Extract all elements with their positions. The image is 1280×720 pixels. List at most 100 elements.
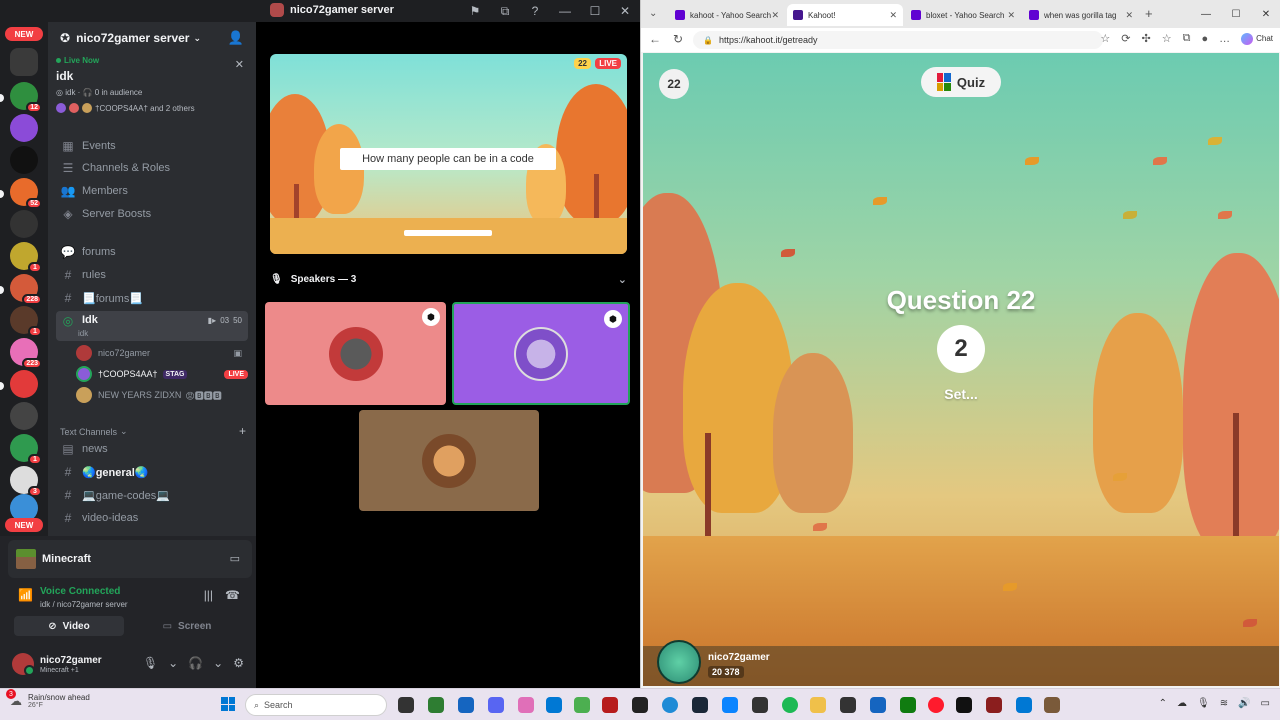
task-view-icon[interactable] xyxy=(398,697,414,713)
voice-user[interactable]: NEW YEARS ZIDXN 😡🅱🅱🅱 xyxy=(76,385,248,405)
back-icon[interactable]: ← xyxy=(649,32,661,46)
invite-icon[interactable]: 👤 xyxy=(228,30,244,46)
app-icon[interactable] xyxy=(986,697,1002,713)
user-name[interactable]: nico72gamer xyxy=(40,655,102,666)
minimize-icon[interactable]: — xyxy=(1191,0,1221,28)
app-icon[interactable] xyxy=(428,697,444,713)
soundboard-icon[interactable]: ||| xyxy=(204,588,213,602)
wifi-icon[interactable]: ≋ xyxy=(1220,698,1228,709)
tab-actions-icon[interactable]: ⌄ xyxy=(649,8,657,19)
minecraft-icon[interactable] xyxy=(574,697,590,713)
speaker-tile[interactable] xyxy=(359,410,539,511)
close-icon[interactable]: ✕ xyxy=(610,0,640,22)
opera-icon[interactable] xyxy=(928,697,944,713)
maximize-icon[interactable]: ☐ xyxy=(580,0,610,22)
server-icon[interactable] xyxy=(10,402,38,430)
favorites-icon[interactable]: ☆ xyxy=(1162,32,1172,45)
minimize-icon[interactable]: — xyxy=(550,0,580,22)
menu-members[interactable]: 👥 Members xyxy=(56,180,248,202)
menu-events[interactable]: ▦ Events xyxy=(56,135,248,157)
file-explorer-icon[interactable] xyxy=(810,697,826,713)
tab-bloxet-search[interactable]: bloxet - Yahoo Search ✕ xyxy=(905,4,1021,26)
close-icon[interactable]: ✕ xyxy=(235,58,244,71)
popout-icon[interactable]: ⧉ xyxy=(490,0,520,22)
server-icon[interactable]: 228 xyxy=(10,274,42,305)
inbox-icon[interactable]: ⚑ xyxy=(460,0,490,22)
stream-preview[interactable]: How many people can be in a code 22 LIVE xyxy=(270,54,627,254)
server-icon[interactable] xyxy=(10,146,38,174)
tab-gorilla-tag[interactable]: when was gorilla tag ✕ xyxy=(1023,4,1139,26)
server-icon[interactable]: 1 xyxy=(10,306,42,337)
server-icon[interactable] xyxy=(10,48,38,76)
channel-rules[interactable]: # rules xyxy=(56,264,248,286)
channel-forums-2[interactable]: # 📃forums📃 xyxy=(56,287,248,309)
weather-widget[interactable]: ☁ 3 Rain/snow ahead 26°F xyxy=(6,689,90,709)
chevron-down-icon[interactable]: ⌄ xyxy=(618,273,627,286)
speakers-header[interactable]: 🎙 Speakers — 3 ⌄ xyxy=(270,270,627,288)
tiktok-icon[interactable] xyxy=(956,697,972,713)
app-icon[interactable] xyxy=(870,697,886,713)
collections-icon[interactable]: ⧉ xyxy=(1183,32,1191,45)
menu-server-boosts[interactable]: ◈ Server Boosts xyxy=(56,203,248,225)
app-icon[interactable] xyxy=(1016,697,1032,713)
close-tab-icon[interactable]: ✕ xyxy=(889,10,897,21)
server-icon[interactable]: 223 xyxy=(10,338,42,369)
server-icon[interactable]: 3 xyxy=(10,466,42,497)
channel-forums[interactable]: 💬 forums xyxy=(56,241,248,263)
app-icon[interactable] xyxy=(546,697,562,713)
refresh-page-icon[interactable]: ⟳ xyxy=(1121,32,1130,45)
start-icon[interactable] xyxy=(221,697,235,711)
server-header[interactable]: ✪ nico72gamer server ⌄ 👤 xyxy=(48,22,256,54)
screen-share-button[interactable]: ▭ Screen xyxy=(132,616,242,636)
battery-icon[interactable]: ▭ xyxy=(1261,698,1270,709)
avatar[interactable] xyxy=(12,653,35,676)
close-tab-icon[interactable]: ✕ xyxy=(1007,10,1015,21)
spotify-icon[interactable] xyxy=(782,697,798,713)
xbox-icon[interactable] xyxy=(900,697,916,713)
app-icon[interactable] xyxy=(1044,697,1060,713)
maximize-icon[interactable]: ☐ xyxy=(1221,0,1251,28)
channel-news[interactable]: ▤ news xyxy=(56,438,248,460)
signal-icon[interactable]: 📶 xyxy=(18,588,33,602)
disconnect-icon[interactable]: ☎ xyxy=(225,588,240,602)
refresh-icon[interactable]: ↻ xyxy=(673,32,683,46)
tab-kahoot[interactable]: Kahoot! ✕ xyxy=(787,4,903,26)
cloud-icon[interactable]: ☁ xyxy=(1177,698,1187,709)
app-icon[interactable] xyxy=(840,697,856,713)
server-icon[interactable]: 1 xyxy=(10,242,42,273)
app-icon[interactable] xyxy=(632,697,648,713)
copilot-button[interactable]: Chat xyxy=(1241,32,1273,45)
chevron-down-icon[interactable]: ⌄ xyxy=(168,656,178,670)
server-icon[interactable] xyxy=(10,114,38,142)
discord-icon[interactable] xyxy=(488,697,504,713)
speaker-tile[interactable]: ⬢ xyxy=(452,302,630,405)
close-icon[interactable]: ✕ xyxy=(1251,0,1280,28)
server-icon[interactable] xyxy=(10,210,38,238)
app-icon[interactable] xyxy=(752,697,768,713)
gear-icon[interactable]: ⚙ xyxy=(233,656,244,670)
microphone-icon[interactable]: 🎙 xyxy=(143,656,158,670)
tab-kahoot-search[interactable]: kahoot - Yahoo Search ✕ xyxy=(669,4,785,26)
edge-icon[interactable] xyxy=(662,697,678,713)
new-tab-icon[interactable]: + xyxy=(1145,6,1153,21)
channel-game-codes[interactable]: # 💻game-codes💻 xyxy=(56,484,248,506)
video-button[interactable]: ⊘ Video xyxy=(14,616,124,636)
close-tab-icon[interactable]: ✕ xyxy=(771,10,779,21)
favorite-icon[interactable]: ☆ xyxy=(1100,32,1110,45)
app-icon[interactable] xyxy=(722,697,738,713)
app-icon[interactable] xyxy=(602,697,618,713)
speaker-tile[interactable]: ⬢ xyxy=(265,302,446,405)
steam-icon[interactable] xyxy=(692,697,708,713)
menu-channels-roles[interactable]: ☰ Channels & Roles xyxy=(56,157,248,179)
activity-card[interactable]: Minecraft ▭ xyxy=(8,540,252,578)
monitor-icon[interactable]: ▭ xyxy=(230,552,240,565)
help-icon[interactable]: ? xyxy=(520,0,550,22)
voice-user[interactable]: †COOPS4AA† STAG LIVE xyxy=(76,364,248,384)
chevron-down-icon[interactable]: ⌄ xyxy=(213,656,223,670)
app-icon[interactable] xyxy=(458,697,474,713)
profile-icon[interactable]: ● xyxy=(1201,33,1208,45)
close-tab-icon[interactable]: ✕ xyxy=(1125,10,1133,21)
app-icon[interactable] xyxy=(518,697,534,713)
search-input[interactable]: ⌕ Search xyxy=(245,694,387,716)
url-field[interactable]: 🔒 https://kahoot.it/getready xyxy=(693,31,1103,49)
